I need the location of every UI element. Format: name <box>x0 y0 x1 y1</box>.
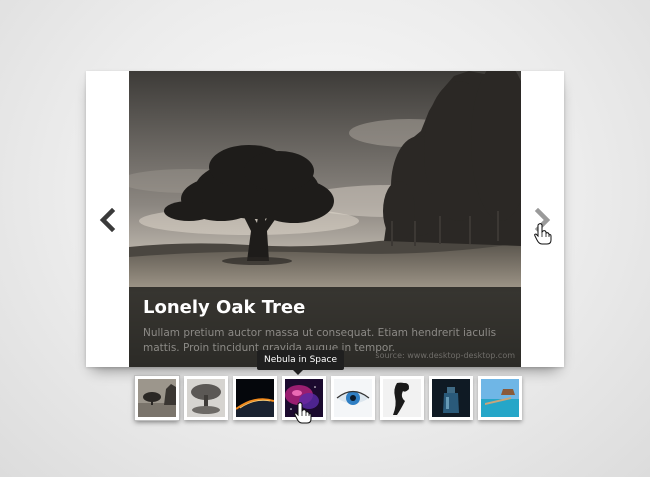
thumbnail-tooltip: Nebula in Space <box>257 350 344 375</box>
hand-pointer-icon <box>294 402 312 424</box>
chevron-left-icon <box>99 207 116 233</box>
slide-image: Lonely Oak Tree Nullam pretium auctor ma… <box>129 71 521 367</box>
image-slider: Lonely Oak Tree Nullam pretium auctor ma… <box>86 71 564 367</box>
thumbnail-planet-horizon[interactable] <box>233 376 277 420</box>
slide-title: Lonely Oak Tree <box>143 297 306 318</box>
thumbnail-strip <box>135 376 522 422</box>
thumbnail-blue-bottle[interactable] <box>429 376 473 420</box>
watermark: source: www.desktop-desktop.com <box>375 351 515 360</box>
thumbnail-stone-tree[interactable] <box>184 376 228 420</box>
prev-slide-button[interactable] <box>96 207 120 233</box>
thumbnail-beach-pier[interactable] <box>478 376 522 420</box>
thumbnail-fashion-silhouette[interactable] <box>380 376 424 420</box>
thumbnail-lonely-oak-tree[interactable] <box>135 376 179 420</box>
thumbnail-blue-eye[interactable] <box>331 376 375 420</box>
hand-pointer-icon <box>534 223 552 245</box>
